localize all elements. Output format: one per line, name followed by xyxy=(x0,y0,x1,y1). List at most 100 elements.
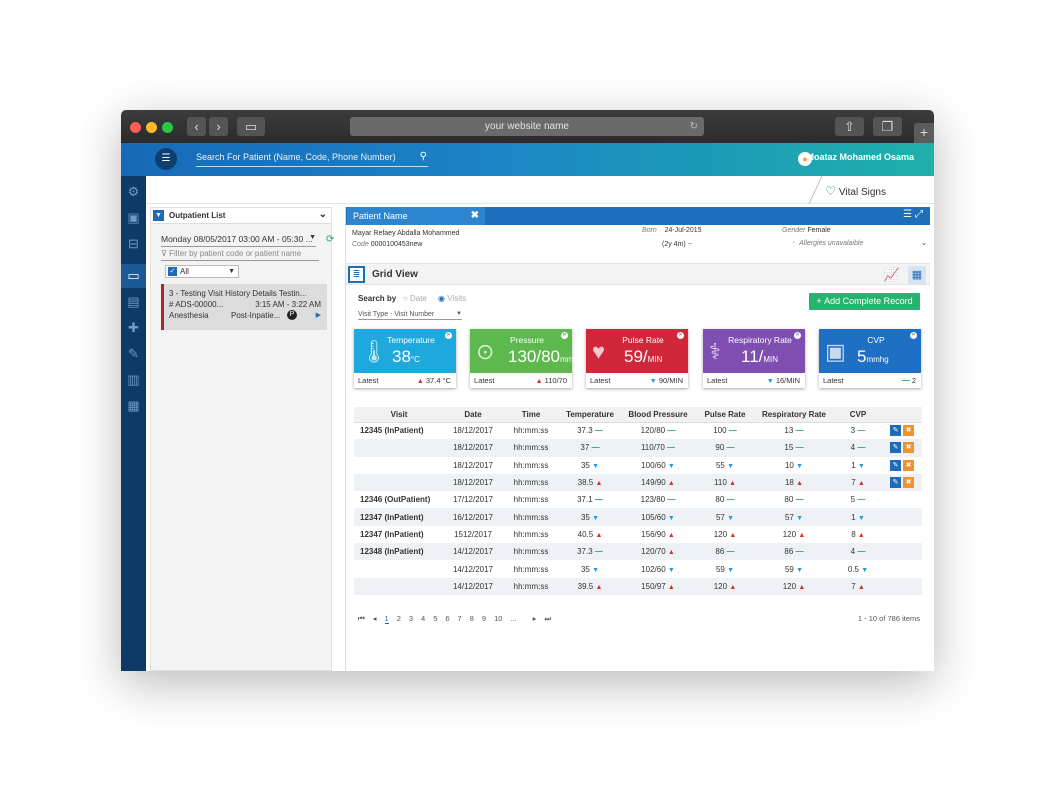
edit-icon[interactable]: ✎ xyxy=(890,442,901,454)
settings-icon[interactable]: ⚙ xyxy=(121,180,146,204)
close-icon[interactable]: ✕ xyxy=(910,332,917,339)
table-row[interactable]: 12347 (InPatient) 1512/2017 hh:mm:ss 40.… xyxy=(354,526,922,543)
medical-kit-icon[interactable]: ✚ xyxy=(121,316,146,340)
radio-date[interactable]: ○ Date xyxy=(403,294,427,303)
prev-page-icon[interactable]: ◂ xyxy=(373,614,377,623)
page-link[interactable]: 8 xyxy=(470,614,474,623)
vital-card-temperature[interactable]: 🌡 Temperature ✕ 38°C Latest ▲ 37.4 °C xyxy=(354,329,456,388)
close-icon[interactable]: ✕ xyxy=(677,332,684,339)
clipboard-icon[interactable]: ▤ xyxy=(121,290,146,314)
delete-icon[interactable]: ✖ xyxy=(903,477,914,489)
table-row[interactable]: 12347 (InPatient) 16/12/2017 hh:mm:ss 35… xyxy=(354,508,922,526)
page-link[interactable]: 4 xyxy=(421,614,425,623)
new-tab-icon[interactable]: + xyxy=(914,123,934,143)
back-icon[interactable]: ‹ xyxy=(187,117,206,136)
filter-icon[interactable]: ▼ xyxy=(153,210,164,221)
close-dot[interactable] xyxy=(130,122,141,133)
chevron-down-icon[interactable]: ⌄ xyxy=(319,207,327,222)
vital-card-pressure[interactable]: ⊙ Pressure ✕ 130/80mmhg Latest ▲ 110/70 xyxy=(470,329,582,388)
delete-icon[interactable]: ✖ xyxy=(903,459,914,471)
delete-icon[interactable]: ✖ xyxy=(903,425,914,437)
page-link[interactable]: 6 xyxy=(445,614,449,623)
sidebar-icon[interactable]: ▭ xyxy=(237,117,265,136)
page-link[interactable]: 3 xyxy=(409,614,413,623)
vital-card-respiratory-rate[interactable]: ⚕ Respiratory Rate ✕ 11/MIN Latest ▼ 16/… xyxy=(703,329,805,388)
cell-value: 120/70 xyxy=(641,547,666,557)
minimize-dot[interactable] xyxy=(146,122,157,133)
table-row[interactable]: 14/12/2017 hh:mm:ss 39.5 ▲ 150/97 ▲ 120 ▲ 1… xyxy=(354,577,922,595)
module-title[interactable]: ♡ Vital Signs xyxy=(825,184,886,198)
checkbox-icon[interactable]: ✓ xyxy=(168,267,177,276)
page-link[interactable]: 7 xyxy=(458,614,462,623)
delete-icon[interactable]: ✖ xyxy=(903,442,914,454)
forward-icon[interactable]: › xyxy=(209,117,228,136)
next-page-icon[interactable]: ▸ xyxy=(533,614,537,623)
table-row[interactable]: 14/12/2017 hh:mm:ss 35 ▼ 102/60 ▼ 59 ▼ 59 ▼… xyxy=(354,560,922,577)
billing-icon[interactable]: ▣ xyxy=(121,206,146,230)
add-complete-record-button[interactable]: + Add Complete Record xyxy=(809,293,920,310)
page-link[interactable]: 2 xyxy=(397,614,401,623)
menu-expand-icon[interactable]: ☰⤢ xyxy=(903,209,926,220)
visit-type-select[interactable]: Visit Type - Visit Number ▼ xyxy=(358,311,462,320)
edit-icon[interactable]: ✎ xyxy=(890,477,901,489)
column-header[interactable]: Visit xyxy=(354,407,444,423)
card-footer: Latest ▼ 90/MIN xyxy=(586,373,688,388)
outpatient-list-item[interactable]: 3 - Testing Visit History Details Testin… xyxy=(161,284,327,330)
table-row[interactable]: 18/12/2017 hh:mm:ss 37 —110/70 —90 —15 —… xyxy=(354,439,922,457)
edit-icon[interactable]: ✎ xyxy=(890,459,901,471)
table-row[interactable]: 12348 (InPatient) 14/12/2017 hh:mm:ss 37… xyxy=(354,543,922,561)
report-icon[interactable]: ▦ xyxy=(121,394,146,418)
search-icon[interactable]: ⚲ xyxy=(420,150,427,163)
share-icon[interactable]: ⇧ xyxy=(835,117,864,136)
page-link[interactable]: 10 xyxy=(494,614,502,623)
date-range-select[interactable]: Monday 08/05/2017 03:00 AM - 05:30 ... ▼ xyxy=(161,234,316,247)
menu-icon[interactable]: ☰ xyxy=(155,148,177,170)
monitor-icon[interactable]: ▭ xyxy=(121,264,146,288)
table-row[interactable]: 12345 (InPatient) 18/12/2017 hh:mm:ss 37… xyxy=(354,422,922,439)
outpatient-header: ▼ Outpatient List ⌄ xyxy=(151,208,331,224)
last-page-icon[interactable]: ⏭ xyxy=(544,614,551,623)
chart-view-icon[interactable]: 📈 xyxy=(884,267,900,283)
first-page-icon[interactable]: ⏮ xyxy=(358,614,365,623)
user-name[interactable]: Moataz Mohamed Osama xyxy=(806,152,914,162)
column-header[interactable]: Temperature xyxy=(560,407,620,423)
column-header[interactable]: Pulse Rate xyxy=(696,407,754,423)
address-bar[interactable]: your website name ↻ xyxy=(350,117,704,136)
tools-icon[interactable]: ✎ xyxy=(121,342,146,366)
patient-filter-input[interactable]: ⊽ Filter by patient code or patient name xyxy=(161,249,319,261)
column-header[interactable]: Time xyxy=(502,407,560,423)
vital-card-cvp[interactable]: ▣ CVP ✕ 5mmhg Latest — 2 xyxy=(819,329,921,388)
page-link[interactable]: 5 xyxy=(433,614,437,623)
expand-down-icon[interactable]: ⌄ xyxy=(921,239,927,247)
column-header[interactable]: CVP xyxy=(834,407,882,423)
page-link[interactable]: 1 xyxy=(384,614,389,624)
close-icon[interactable]: ✕ xyxy=(794,332,801,339)
close-icon[interactable]: ✖ xyxy=(471,207,479,225)
bed-icon[interactable]: ⊟ xyxy=(121,232,146,256)
maximize-dot[interactable] xyxy=(162,122,173,133)
close-icon[interactable]: ✕ xyxy=(445,332,452,339)
radio-visits-label: Visits xyxy=(447,294,467,303)
close-icon[interactable]: ✕ xyxy=(561,332,568,339)
page-link[interactable]: ... xyxy=(510,614,516,623)
column-header[interactable]: Respiratory Rate xyxy=(754,407,834,423)
play-icon[interactable]: ▶ xyxy=(316,310,321,321)
tab-patient-name[interactable]: Patient Name ✖ xyxy=(347,207,485,225)
column-header[interactable]: Date xyxy=(444,407,502,423)
patient-search-input[interactable]: Search For Patient (Name, Code, Phone Nu… xyxy=(196,151,428,167)
refresh-icon[interactable]: ⟳ xyxy=(326,234,334,245)
status-select[interactable]: ✓ All ▼ xyxy=(165,265,239,278)
grid-view-icon[interactable]: ▦ xyxy=(908,266,926,284)
column-header[interactable]: Blood Pressure xyxy=(620,407,696,423)
table-row[interactable]: 18/12/2017 hh:mm:ss 38.5 ▲ 149/90 ▲ 110 ▲ 1… xyxy=(354,473,922,492)
table-row[interactable]: 18/12/2017 hh:mm:ss 35 ▼ 100/60 ▼ 55 ▼ 10 ▼… xyxy=(354,457,922,474)
tabs-icon[interactable]: ❐ xyxy=(873,117,902,136)
reload-icon[interactable]: ↻ xyxy=(690,117,698,136)
page-link[interactable]: 9 xyxy=(482,614,486,623)
table-row[interactable]: 12346 (OutPatient) 17/12/2017 hh:mm:ss 3… xyxy=(354,491,922,508)
radio-visits[interactable]: ◉ Visits xyxy=(438,294,466,303)
document-icon[interactable]: ▥ xyxy=(121,368,146,392)
edit-icon[interactable]: ✎ xyxy=(890,425,901,437)
trend-icon: ▼ xyxy=(766,378,774,385)
vital-card-pulse-rate[interactable]: ♥ Pulse Rate ✕ 59/MIN Latest ▼ 90/MIN xyxy=(586,329,688,388)
